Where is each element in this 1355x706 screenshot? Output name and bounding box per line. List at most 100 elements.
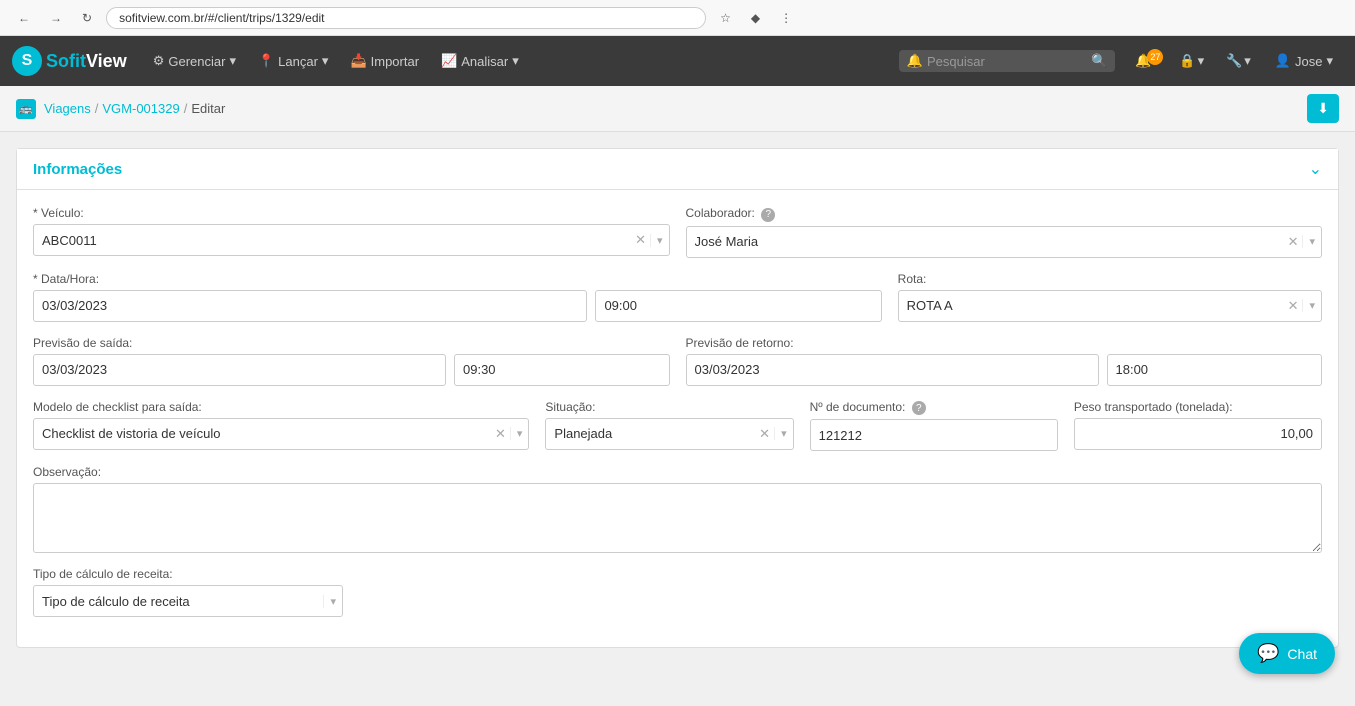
data-input[interactable] [33, 290, 587, 322]
user-icon: 👤 [1275, 53, 1291, 69]
brand-icon: S [12, 46, 42, 76]
previsao-saida-time-input[interactable] [454, 354, 670, 386]
previsao-saida-label: Previsão de saída: [33, 336, 670, 350]
form-row-4: Modelo de checklist para saída: Checklis… [33, 400, 1322, 452]
chevron-down-icon: ▾ [1244, 53, 1251, 69]
colaborador-select[interactable]: José Maria [687, 227, 1284, 257]
main-content: Informações ⌄ * Veículo: ABC0011 ✕ ▾ [0, 132, 1355, 706]
colaborador-arrow-icon[interactable]: ▾ [1302, 235, 1321, 248]
card-body: * Veículo: ABC0011 ✕ ▾ Colaborador: ? [17, 190, 1338, 647]
chat-button[interactable]: 💬 Chat [1239, 633, 1335, 674]
checklist-select-wrapper[interactable]: Checklist de vistoria de veículo ✕ ▾ [33, 418, 529, 450]
card-header: Informações ⌄ [17, 149, 1338, 190]
forward-button[interactable]: → [44, 8, 68, 28]
rota-select-wrapper[interactable]: ROTA A ✕ ▾ [898, 290, 1322, 322]
chevron-down-icon: ▾ [229, 53, 236, 69]
search-submit-icon[interactable]: 🔍 [1091, 53, 1107, 69]
form-row-1: * Veículo: ABC0011 ✕ ▾ Colaborador: ? [33, 206, 1322, 258]
veiculo-label: * Veículo: [33, 206, 670, 220]
import-icon: 📥 [350, 53, 366, 69]
doc-label: Nº de documento: ? [810, 400, 1058, 416]
hora-input[interactable] [595, 290, 881, 322]
previsao-retorno-time-input[interactable] [1107, 354, 1323, 386]
breadcrumb-trip-id-link[interactable]: VGM-001329 [102, 101, 179, 116]
brand-logo[interactable]: S SofitView [12, 46, 127, 76]
veiculo-select[interactable]: ABC0011 [34, 225, 631, 255]
lock-icon: 🔒 [1179, 53, 1195, 69]
form-group-checklist: Modelo de checklist para saída: Checklis… [33, 400, 529, 452]
extensions-icon[interactable]: ◆ [745, 8, 766, 28]
chat-label: Chat [1287, 646, 1317, 662]
chevron-down-icon: ▾ [512, 53, 519, 69]
veiculo-select-wrapper[interactable]: ABC0011 ✕ ▾ [33, 224, 670, 256]
rota-clear-icon[interactable]: ✕ [1284, 298, 1303, 314]
doc-input[interactable] [810, 419, 1058, 451]
rota-arrow-icon[interactable]: ▾ [1302, 299, 1321, 312]
form-row-2: * Data/Hora: Rota: ROTA A ✕ ▾ [33, 272, 1322, 322]
tipo-calculo-select[interactable]: Tipo de cálculo de receita [34, 586, 323, 616]
previsao-retorno-label: Previsão de retorno: [686, 336, 1323, 350]
back-button[interactable]: ← [12, 8, 36, 28]
chat-bubble-icon: 💬 [1257, 643, 1279, 664]
notification-btn[interactable]: 🔔 27 [1121, 47, 1165, 75]
search-box[interactable]: 🔔 🔍 [899, 50, 1115, 72]
search-input[interactable] [927, 54, 1087, 69]
user-menu[interactable]: 👤 Jose ▾ [1265, 47, 1343, 75]
tipo-calculo-label: Tipo de cálculo de receita: [33, 567, 343, 581]
observacao-textarea[interactable] [33, 483, 1322, 553]
colaborador-info-icon[interactable]: ? [761, 208, 775, 222]
veiculo-clear-icon[interactable]: ✕ [631, 232, 650, 248]
peso-label: Peso transportado (tonelada): [1074, 400, 1322, 414]
card-title: Informações [33, 161, 122, 178]
breadcrumb-sep-2: / [184, 101, 188, 116]
breadcrumb-trips-link[interactable]: Viagens [44, 101, 91, 116]
search-icon: 🔔 [907, 53, 923, 69]
peso-input[interactable] [1074, 418, 1322, 450]
breadcrumb-current: Editar [191, 101, 225, 116]
checklist-arrow-icon[interactable]: ▾ [510, 427, 529, 440]
info-card: Informações ⌄ * Veículo: ABC0011 ✕ ▾ [16, 148, 1339, 648]
url-bar[interactable]: sofitview.com.br/#/client/trips/1329/edi… [106, 7, 706, 29]
doc-info-icon[interactable]: ? [912, 401, 926, 415]
form-group-peso: Peso transportado (tonelada): [1074, 400, 1322, 452]
tipo-calculo-select-wrapper[interactable]: Tipo de cálculo de receita ▾ [33, 585, 343, 617]
form-group-colaborador: Colaborador: ? José Maria ✕ ▾ [686, 206, 1323, 258]
menu-icon[interactable]: ⋮ [774, 8, 798, 28]
previsao-saida-date-input[interactable] [33, 354, 446, 386]
colaborador-clear-icon[interactable]: ✕ [1284, 234, 1303, 250]
collapse-icon[interactable]: ⌄ [1309, 159, 1322, 179]
veiculo-arrow-icon[interactable]: ▾ [650, 234, 669, 247]
colaborador-label: Colaborador: ? [686, 206, 1323, 222]
bookmark-icon[interactable]: ☆ [714, 8, 737, 28]
notification-badge: 27 [1147, 49, 1163, 65]
situacao-clear-icon[interactable]: ✕ [755, 426, 774, 442]
observacao-label: Observação: [33, 465, 1322, 479]
settings-btn[interactable]: 🔧 ▾ [1218, 47, 1259, 75]
nav-menu: ⚙ Gerenciar ▾ 📍 Lançar ▾ 📥 Importar 📈 An… [143, 47, 529, 75]
browser-addressbar: ← → ↻ sofitview.com.br/#/client/trips/13… [0, 0, 1355, 36]
form-group-tipo-calculo: Tipo de cálculo de receita: Tipo de cálc… [33, 567, 343, 617]
chevron-down-icon: ▾ [1198, 53, 1205, 69]
gear-icon: ⚙ [153, 53, 165, 69]
situacao-arrow-icon[interactable]: ▾ [774, 427, 793, 440]
colaborador-select-wrapper[interactable]: José Maria ✕ ▾ [686, 226, 1323, 258]
checklist-clear-icon[interactable]: ✕ [491, 426, 510, 442]
previsao-retorno-date-input[interactable] [686, 354, 1099, 386]
nav-item-analisar[interactable]: 📈 Analisar ▾ [431, 47, 529, 75]
brand-name: SofitView [46, 51, 127, 72]
situacao-select-wrapper[interactable]: Planejada ✕ ▾ [545, 418, 793, 450]
navbar: S SofitView ⚙ Gerenciar ▾ 📍 Lançar ▾ 📥 I… [0, 36, 1355, 86]
situacao-select[interactable]: Planejada [546, 419, 755, 449]
export-button[interactable]: ⬇ [1307, 94, 1339, 123]
nav-item-lancar[interactable]: 📍 Lançar ▾ [248, 47, 338, 75]
checklist-select[interactable]: Checklist de vistoria de veículo [34, 419, 491, 449]
rota-select[interactable]: ROTA A [899, 291, 1284, 321]
chart-icon: 📈 [441, 53, 457, 69]
nav-item-gerenciar[interactable]: ⚙ Gerenciar ▾ [143, 47, 246, 75]
tipo-calculo-arrow-icon[interactable]: ▾ [323, 595, 342, 608]
lock-btn[interactable]: 🔒 ▾ [1171, 47, 1212, 75]
nav-item-importar[interactable]: 📥 Importar [340, 47, 429, 75]
form-row-6: Tipo de cálculo de receita: Tipo de cálc… [33, 567, 1322, 617]
refresh-button[interactable]: ↻ [76, 8, 98, 28]
form-group-veiculo: * Veículo: ABC0011 ✕ ▾ [33, 206, 670, 258]
